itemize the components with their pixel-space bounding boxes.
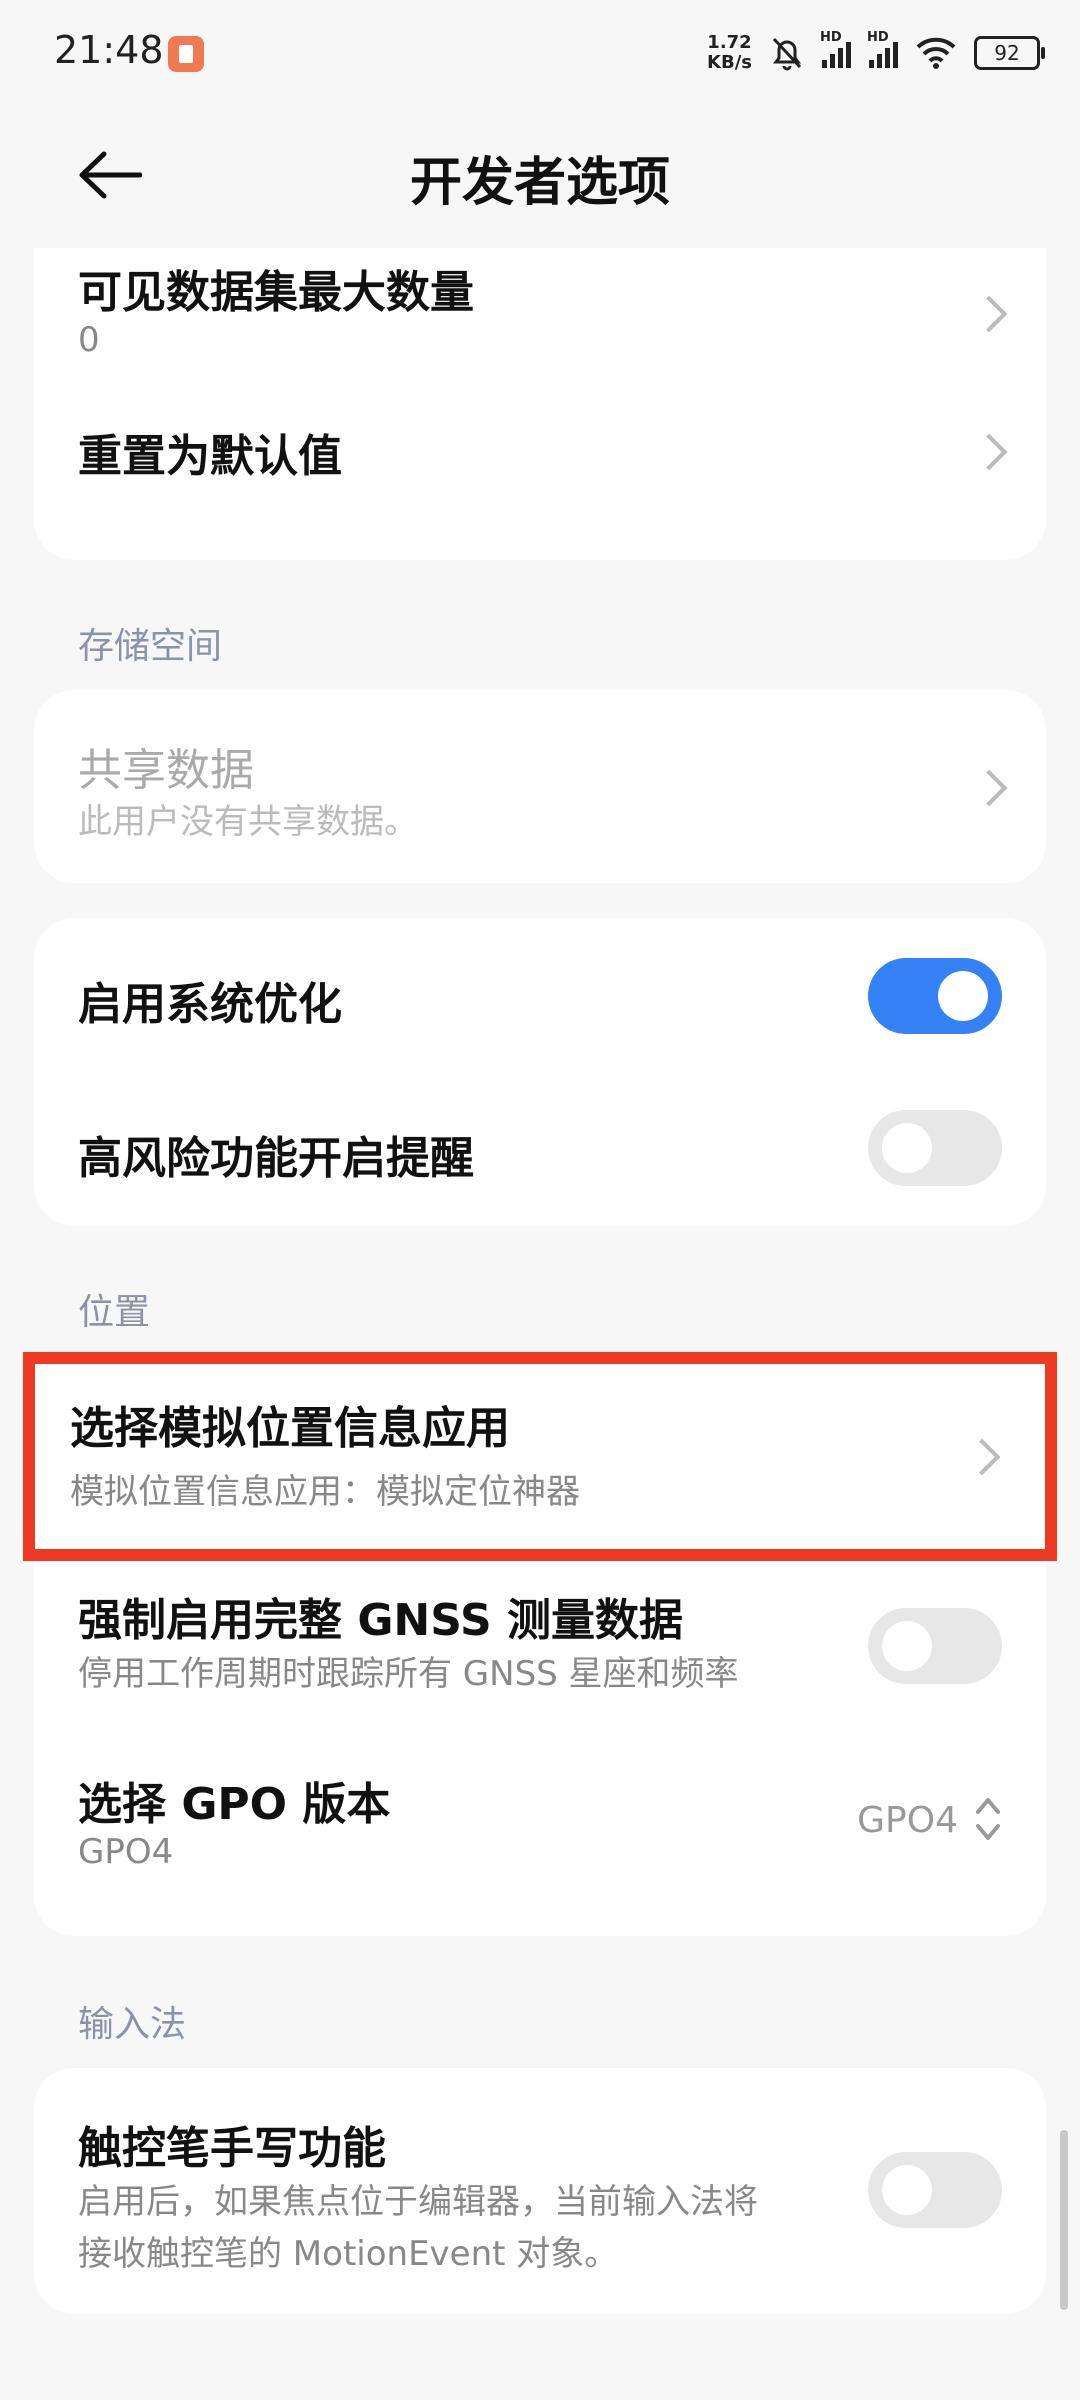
chevron-right-icon <box>970 295 1008 333</box>
chevron-up-down-icon <box>976 1798 1000 1840</box>
reset-default-row[interactable]: 重置为默认值 <box>34 384 1046 560</box>
section-storage: 存储空间 <box>78 626 223 667</box>
bell-muted-icon <box>772 37 802 71</box>
card-input-method: 触控笔手写功能 启用后，如果焦点位于编辑器，当前输入法将 接收触控笔的 Moti… <box>34 2068 1046 2314</box>
status-bar: 21:48 1.72 KB/s HD HD 92 <box>0 0 1080 110</box>
signal-1-icon: HD <box>820 30 851 68</box>
gnss-toggle[interactable] <box>868 1608 1002 1684</box>
stylus-handwriting-row[interactable]: 触控笔手写功能 启用后，如果焦点位于编辑器，当前输入法将 接收触控笔的 Moti… <box>34 2068 1046 2314</box>
shared-data-row: 共享数据 此用户没有共享数据。 <box>34 690 1046 883</box>
chevron-right-icon <box>970 433 1008 471</box>
gpo-selected-value: GPO4 <box>857 1800 958 1841</box>
system-optimize-toggle[interactable] <box>868 958 1002 1034</box>
risk-reminder-row[interactable]: 高风险功能开启提醒 <box>34 1072 1046 1226</box>
scrollbar[interactable] <box>1060 2130 1068 2310</box>
max-dataset-row[interactable]: 可见数据集最大数量 0 <box>34 248 1046 384</box>
risk-reminder-toggle[interactable] <box>868 1110 1002 1186</box>
system-optimize-row[interactable]: 启用系统优化 <box>34 918 1046 1072</box>
status-time: 21:48 <box>54 28 164 72</box>
gpo-version-row[interactable]: 选择 GPO 版本 GPO4 GPO4 <box>34 1742 1046 1936</box>
section-location: 位置 <box>78 1292 151 1333</box>
app-bar: 开发者选项 <box>0 110 1080 240</box>
chevron-right-icon <box>970 769 1008 807</box>
battery-icon: 92 <box>974 36 1045 70</box>
chevron-right-icon <box>963 1438 1001 1476</box>
card-system: 启用系统优化 高风险功能开启提醒 <box>34 918 1046 1226</box>
status-icons: 1.72 KB/s HD HD 92 <box>707 28 1045 78</box>
page-title: 开发者选项 <box>409 153 670 213</box>
wifi-icon <box>916 37 956 69</box>
stylus-handwriting-toggle[interactable] <box>868 2152 1002 2228</box>
notification-app-icon <box>168 36 204 72</box>
signal-2-icon: HD <box>867 30 898 68</box>
section-input-method: 输入法 <box>78 2004 187 2045</box>
mock-location-app-row[interactable]: 选择模拟位置信息应用 模拟位置信息应用：模拟定位神器 <box>23 1352 1057 1561</box>
network-speed: 1.72 KB/s <box>707 32 752 73</box>
gnss-row[interactable]: 强制启用完整 GNSS 测量数据 停用工作周期时跟踪所有 GNSS 星座和频率 <box>34 1570 1046 1742</box>
card-usb-settings: 可见数据集最大数量 0 重置为默认值 <box>34 248 1046 560</box>
card-storage: 共享数据 此用户没有共享数据。 <box>34 690 1046 883</box>
